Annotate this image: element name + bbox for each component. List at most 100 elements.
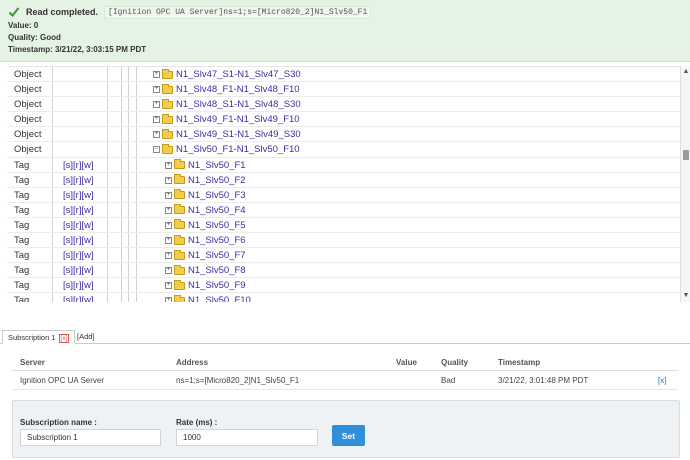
node-label[interactable]: N1_Slv48_S1-N1_Slv48_S30 [176,97,301,112]
tree-guide-line [136,202,137,217]
expand-icon[interactable]: + [153,71,160,78]
subscription-form: Subscription name : Rate (ms) : Set [12,400,680,458]
tree-node[interactable]: + N1_Slv50_F2 [165,173,246,188]
tree-row[interactable]: Object + N1_Slv47_S1-N1_Slv47_S30 [7,67,690,83]
expand-icon[interactable]: + [165,252,172,260]
read-timestamp: Timestamp: 3/21/22, 3:03:15 PM PDT [8,45,147,54]
scroll-down-icon[interactable]: ▼ [682,292,690,300]
node-label[interactable]: N1_Slv47_S1-N1_Slv47_S30 [176,67,301,82]
tree-node[interactable]: + N1_Slv48_S1-N1_Slv48_S30 [153,97,301,112]
tree-node[interactable]: + N1_Slv47_S1-N1_Slv47_S30 [153,67,301,82]
tree-row[interactable]: Tag [s][r][w] + N1_Slv50_F10 [7,293,690,302]
node-type: Object [14,114,42,126]
tree-row[interactable]: Object + N1_Slv49_F1-N1_Slv49_F10 [7,112,690,128]
expand-icon[interactable]: + [165,297,172,302]
tree-row[interactable]: Tag [s][r][w] + N1_Slv50_F9 [7,278,690,294]
tree-node[interactable]: + N1_Slv48_F1-N1_Slv48_F10 [153,82,300,97]
tree-row[interactable]: Tag [s][r][w] + N1_Slv50_F6 [7,233,690,249]
node-type: Tag [14,204,30,216]
expand-icon[interactable]: + [165,176,172,184]
tree-row[interactable]: Tag [s][r][w] + N1_Slv50_F3 [7,187,690,203]
tree-node[interactable]: + N1_Slv50_F5 [165,218,246,233]
node-label[interactable]: N1_Slv50_F2 [188,173,246,188]
expand-icon[interactable]: + [165,237,172,245]
subscription-name-label: Subscription name : [20,418,97,427]
tree-row[interactable]: Object + N1_Slv49_S1-N1_Slv49_S30 [7,127,690,143]
tree-guide-line [128,293,129,302]
tree-scrollbar[interactable]: ▲ ▼ [680,66,690,302]
tree-guide-line [107,202,108,217]
tree-node[interactable]: + N1_Slv49_F1-N1_Slv49_F10 [153,112,300,127]
tree-row[interactable]: Tag [s][r][w] + N1_Slv50_F2 [7,172,690,188]
node-label[interactable]: N1_Slv50_F8 [188,263,246,278]
tree-row[interactable]: Object − N1_Slv50_F1-N1_Slv50_F10 [7,142,690,158]
tree-guide-line [128,142,129,157]
tree-guide-line [128,202,129,217]
tree-node[interactable]: + N1_Slv49_S1-N1_Slv49_S30 [153,127,301,142]
subscription-name-input[interactable] [20,429,161,446]
folder-icon [162,98,173,109]
add-subscription-button[interactable]: [Add] [72,330,100,344]
node-label[interactable]: N1_Slv50_F1-N1_Slv50_F10 [176,142,300,157]
tree-guide-line [121,263,122,278]
tree-guide-line [121,67,122,82]
tree-row[interactable]: Tag [s][r][w] + N1_Slv50_F5 [7,217,690,234]
tree-node[interactable]: + N1_Slv50_F7 [165,248,246,263]
node-label[interactable]: N1_Slv49_F1-N1_Slv49_F10 [176,112,300,127]
node-label[interactable]: N1_Slv50_F3 [188,188,246,203]
node-access: [s][r][w] [63,159,94,171]
scroll-up-icon[interactable]: ▲ [682,68,690,76]
tree-node[interactable]: − N1_Slv50_F1-N1_Slv50_F10 [153,142,300,157]
tree-row[interactable]: Tag [s][r][w] + N1_Slv50_F7 [7,248,690,264]
tree-node[interactable]: + N1_Slv50_F8 [165,263,246,278]
tree-node[interactable]: + N1_Slv50_F9 [165,278,246,293]
expand-icon[interactable]: + [153,86,160,94]
expand-icon[interactable]: + [165,206,172,214]
node-type: Tag [14,235,30,247]
tree-node[interactable]: + N1_Slv50_F6 [165,233,246,248]
tree-row[interactable]: Tag [s][r][w] + N1_Slv50_F1 [7,157,690,173]
expand-icon[interactable]: + [165,191,172,199]
tree-guide-line [136,217,137,233]
expand-icon[interactable]: + [165,282,172,290]
node-label[interactable]: N1_Slv50_F4 [188,203,246,218]
tree-row[interactable]: Object + N1_Slv48_F1-N1_Slv48_F10 [7,82,690,98]
tree-guide-line [121,82,122,97]
node-access: [s][r][w] [63,295,94,302]
tree-guide-line [128,97,129,112]
node-label[interactable]: N1_Slv50_F10 [188,293,251,302]
tree-node[interactable]: + N1_Slv50_F10 [165,293,251,302]
set-button[interactable]: Set [332,425,365,446]
node-label[interactable]: N1_Slv50_F7 [188,248,246,263]
tree-node[interactable]: + N1_Slv50_F4 [165,203,246,218]
remove-row-button[interactable]: [x] [658,372,666,390]
tree-guide-line [107,97,108,112]
expand-icon[interactable]: + [165,161,172,169]
tree-row[interactable]: Object + N1_Slv48_S1-N1_Slv48_S30 [7,97,690,113]
tree-guide-line [121,248,122,263]
expand-icon[interactable]: + [153,131,160,139]
tree-guide-line [121,172,122,187]
tree-node[interactable]: + N1_Slv50_F1 [165,158,246,173]
tab-subscription-1[interactable]: Subscription 1 [x] [2,330,76,344]
scroll-thumb[interactable] [683,150,689,160]
expand-icon[interactable]: + [153,101,160,109]
tree-node[interactable]: + N1_Slv50_F3 [165,188,246,203]
tree-row[interactable]: Tag [s][r][w] + N1_Slv50_F4 [7,202,690,218]
node-label[interactable]: N1_Slv50_F6 [188,233,246,248]
close-tab-button[interactable]: [x] [58,334,70,343]
rate-input[interactable] [176,429,318,446]
node-label[interactable]: N1_Slv50_F5 [188,218,246,233]
tree-guide-line [107,67,108,82]
node-type: Tag [14,219,30,231]
node-label[interactable]: N1_Slv50_F9 [188,278,246,293]
node-label[interactable]: N1_Slv48_F1-N1_Slv48_F10 [176,82,300,97]
node-access: [s][r][w] [63,250,94,262]
expand-icon[interactable]: + [165,221,172,229]
node-label[interactable]: N1_Slv50_F1 [188,158,246,173]
node-label[interactable]: N1_Slv49_S1-N1_Slv49_S30 [176,127,301,142]
tree-row[interactable]: Tag [s][r][w] + N1_Slv50_F8 [7,263,690,279]
expand-icon[interactable]: + [165,267,172,275]
collapse-icon[interactable]: − [153,146,160,154]
expand-icon[interactable]: + [153,116,160,124]
